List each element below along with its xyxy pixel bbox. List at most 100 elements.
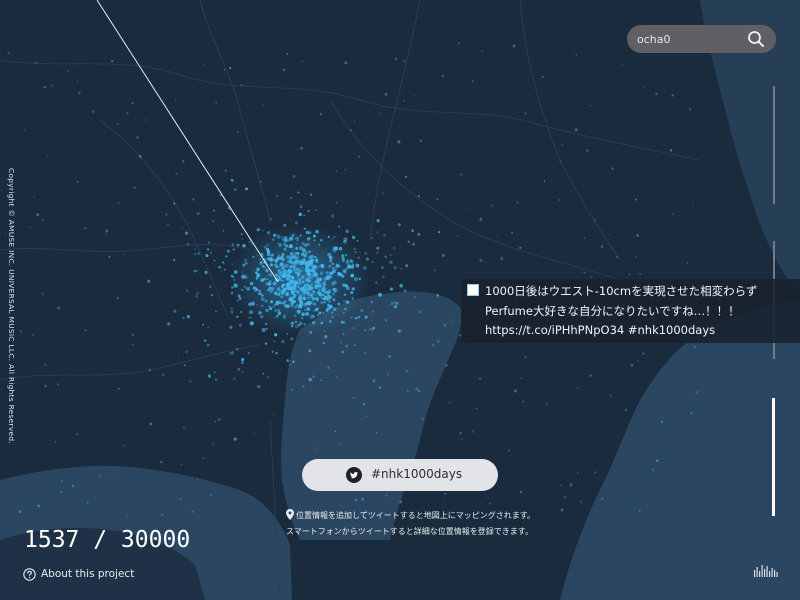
tweet-point bbox=[388, 355, 391, 358]
tweet-point bbox=[283, 223, 287, 227]
tweet-point bbox=[522, 400, 525, 403]
tweet-point bbox=[411, 242, 416, 246]
tweet-point bbox=[436, 294, 440, 297]
tweet-point bbox=[233, 437, 237, 441]
tweet-point bbox=[594, 471, 597, 474]
tweet-point bbox=[204, 270, 208, 274]
tweet-point bbox=[589, 374, 592, 377]
tweet-point bbox=[202, 323, 205, 326]
tweet-point bbox=[117, 123, 119, 126]
tweet-point bbox=[639, 273, 642, 275]
tweet-point bbox=[316, 276, 320, 281]
tweet-point bbox=[583, 237, 586, 239]
tweet-point bbox=[341, 350, 344, 354]
tweet-point bbox=[341, 254, 345, 258]
tweet-point bbox=[416, 308, 419, 311]
search-input[interactable] bbox=[637, 25, 742, 53]
tweet-point bbox=[297, 283, 300, 286]
map-view[interactable]: Copyright © AMUSE INC. UNIVERSAL MUSIC L… bbox=[0, 0, 800, 600]
tweet-point bbox=[241, 361, 244, 365]
tweet-point bbox=[292, 276, 295, 279]
tweet-point bbox=[269, 217, 273, 221]
timeline-handle[interactable] bbox=[772, 398, 775, 516]
tweet-point bbox=[215, 310, 217, 313]
tweet-point bbox=[186, 243, 190, 246]
tweet-point bbox=[213, 259, 216, 262]
tweet-point bbox=[385, 494, 388, 497]
tweet-point bbox=[207, 241, 211, 244]
tweet-point bbox=[560, 484, 563, 487]
tweet-point bbox=[357, 256, 360, 259]
tweet-point bbox=[272, 306, 275, 309]
tweet-point bbox=[520, 377, 522, 380]
tweet-point bbox=[295, 271, 298, 274]
tweet-point bbox=[260, 315, 264, 319]
tweet-point bbox=[289, 236, 294, 241]
tweet-point bbox=[328, 300, 331, 303]
tweet-point bbox=[207, 326, 210, 329]
tweet-point bbox=[248, 310, 254, 315]
tweet-point bbox=[313, 309, 316, 312]
tweet-point bbox=[305, 285, 308, 288]
tweet-point bbox=[288, 277, 291, 281]
tweet-point bbox=[291, 254, 295, 259]
tweet-point bbox=[76, 180, 79, 183]
tweet-point bbox=[318, 265, 321, 268]
tweet-point bbox=[131, 102, 134, 105]
tweet-point bbox=[362, 403, 366, 406]
tweet-point bbox=[472, 430, 475, 433]
tweet-point bbox=[86, 501, 89, 504]
tweet-point bbox=[351, 288, 354, 290]
tweet-point bbox=[242, 244, 246, 248]
tweet-popup[interactable]: 1000日後はウエスト-10cmを実現させた相変わらず Perfume大好きな自… bbox=[461, 279, 800, 343]
tweet-point bbox=[378, 112, 381, 115]
hashtag-tweet-button[interactable]: #nhk1000days bbox=[302, 459, 498, 491]
tweet-point bbox=[71, 484, 75, 488]
tweet-point bbox=[436, 198, 439, 201]
tweet-point bbox=[331, 262, 335, 266]
tweet-point bbox=[302, 296, 307, 301]
tweet-point bbox=[296, 271, 301, 276]
tweet-point bbox=[496, 235, 499, 238]
tweet-point bbox=[303, 227, 307, 230]
tweet-point bbox=[405, 369, 409, 373]
tweet-point bbox=[23, 129, 26, 132]
tweet-point bbox=[236, 315, 239, 318]
tweet-point bbox=[285, 272, 289, 276]
tweet-point bbox=[99, 474, 102, 477]
tweet-point bbox=[46, 155, 49, 158]
timeline-track-top[interactable] bbox=[773, 86, 775, 204]
tweet-point bbox=[222, 261, 224, 264]
tweet-point bbox=[543, 180, 546, 182]
tweet-point bbox=[300, 260, 305, 264]
tweet-point bbox=[277, 265, 280, 268]
tweet-point bbox=[330, 282, 335, 286]
tweet-point bbox=[310, 254, 314, 259]
tweet-point bbox=[57, 383, 60, 386]
tweet-point bbox=[44, 384, 47, 387]
tweet-point bbox=[273, 340, 275, 343]
tweet-point bbox=[333, 267, 337, 271]
tweet-point bbox=[350, 290, 354, 295]
tweet-point bbox=[173, 309, 177, 313]
tweet-point bbox=[326, 276, 330, 280]
tweet-point bbox=[345, 300, 350, 304]
tweet-point bbox=[516, 201, 519, 204]
tweet-point bbox=[266, 231, 271, 235]
tweet-point bbox=[277, 253, 281, 257]
tweet-point bbox=[317, 291, 320, 294]
tweet-point bbox=[298, 304, 303, 309]
search-box[interactable] bbox=[627, 25, 776, 53]
tweet-point bbox=[397, 223, 401, 227]
tweet-point bbox=[395, 301, 399, 305]
tweet-link-line[interactable]: https://t.co/iPHhPNpO34 #nhk1000days bbox=[485, 323, 715, 337]
tweet-point bbox=[375, 431, 378, 434]
tweet-point bbox=[312, 290, 316, 293]
tweet-point bbox=[332, 298, 336, 302]
tweet-point bbox=[196, 291, 200, 295]
search-icon[interactable] bbox=[747, 30, 765, 48]
sound-toggle-icon[interactable] bbox=[754, 563, 778, 577]
tweet-point bbox=[359, 251, 361, 253]
tweet-point bbox=[29, 226, 32, 228]
tweet-point bbox=[306, 269, 310, 273]
